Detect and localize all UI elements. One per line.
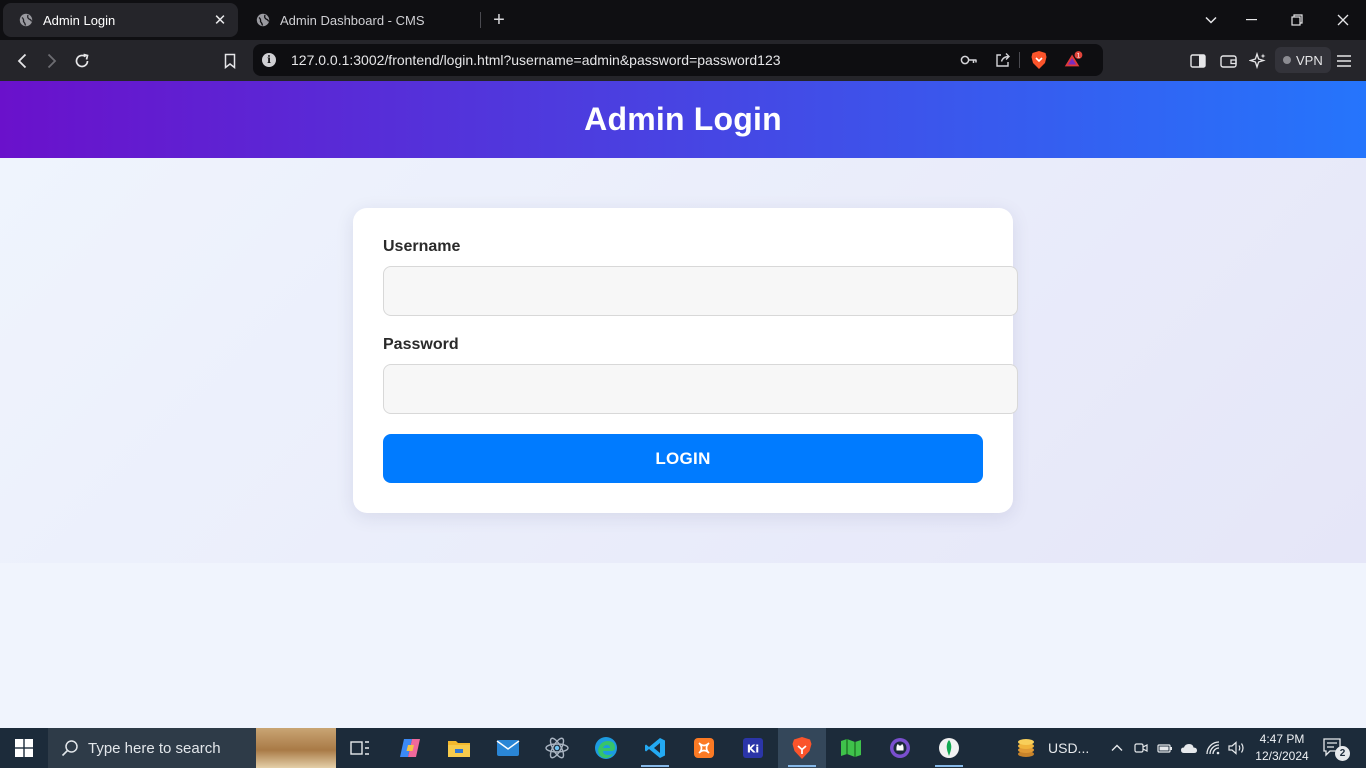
back-button[interactable] <box>9 48 35 74</box>
forward-button[interactable] <box>39 48 65 74</box>
minimize-button[interactable] <box>1228 0 1274 40</box>
tab-title: Admin Dashboard - CMS <box>280 12 425 28</box>
key-icon[interactable] <box>959 50 979 70</box>
share-icon[interactable] <box>993 50 1013 70</box>
restore-button[interactable] <box>1274 0 1320 40</box>
password-input[interactable] <box>383 364 1018 414</box>
atom-app-icon[interactable] <box>533 728 581 768</box>
search-highlight-image <box>256 728 336 768</box>
menu-icon[interactable] <box>1331 48 1357 74</box>
reload-button[interactable] <box>69 48 95 74</box>
windows-taskbar: Type here to search Ki USD... 4:47 PM 12… <box>0 728 1366 768</box>
tab-separator <box>480 12 481 28</box>
vscode-icon[interactable] <box>631 728 679 768</box>
bookmark-icon[interactable] <box>217 48 243 74</box>
svg-text:Ki: Ki <box>747 743 759 756</box>
tab-admin-dashboard[interactable]: Admin Dashboard - CMS <box>240 3 480 37</box>
globe-icon <box>256 13 270 27</box>
rewards-badge: 1 <box>1077 53 1081 59</box>
battery-icon[interactable] <box>1153 728 1177 768</box>
vpn-status-dot <box>1283 56 1291 64</box>
mail-icon[interactable] <box>484 728 532 768</box>
tab-title: Admin Login <box>43 12 116 28</box>
sidebar-toggle-icon[interactable] <box>1185 48 1211 74</box>
username-input[interactable] <box>383 266 1018 316</box>
notification-center-button[interactable]: 2 <box>1322 737 1350 761</box>
clock-date: 12/3/2024 <box>1255 749 1309 763</box>
login-form: Username Password LOGIN <box>353 208 1018 513</box>
browser-toolbar: i 127.0.0.1:3002/frontend/login.html?use… <box>0 40 1366 81</box>
file-explorer-icon[interactable] <box>435 728 483 768</box>
onedrive-icon[interactable] <box>1177 728 1201 768</box>
close-tab-icon[interactable]: ✕ <box>212 12 228 29</box>
system-clock[interactable]: 4:47 PM 12/3/2024 <box>1250 731 1314 765</box>
username-label: Username <box>383 238 461 255</box>
globe-icon <box>19 13 33 27</box>
omnibox-separator <box>1019 52 1020 68</box>
brave-shields-icon[interactable] <box>1029 50 1049 70</box>
kiro-icon[interactable]: Ki <box>729 728 777 768</box>
currency-widget-icon <box>1002 728 1050 768</box>
mongodb-compass-icon[interactable] <box>925 728 973 768</box>
login-button[interactable]: LOGIN <box>383 434 983 483</box>
windows-logo-icon <box>15 739 33 757</box>
browser-tab-strip: Admin Login ✕ Admin Dashboard - CMS + <box>0 0 1366 40</box>
task-view-icon[interactable] <box>336 728 384 768</box>
tray-overflow-chevron-icon[interactable] <box>1104 728 1130 768</box>
volume-icon[interactable] <box>1225 728 1249 768</box>
notification-badge: 2 <box>1335 746 1350 761</box>
copilot-icon[interactable] <box>386 728 434 768</box>
password-label: Password <box>383 336 459 353</box>
search-placeholder: Type here to search <box>88 739 221 757</box>
brave-rewards-icon[interactable]: 1 <box>1063 50 1083 70</box>
vpn-button[interactable]: VPN <box>1275 47 1331 73</box>
network-icon[interactable] <box>1202 728 1226 768</box>
leo-ai-icon[interactable] <box>1245 48 1271 74</box>
github-desktop-icon[interactable] <box>876 728 924 768</box>
tab-admin-login[interactable]: Admin Login ✕ <box>3 3 238 37</box>
site-info-icon[interactable]: i <box>262 53 276 67</box>
edge-icon[interactable] <box>582 728 630 768</box>
xampp-icon[interactable] <box>680 728 728 768</box>
vpn-label: VPN <box>1296 52 1323 68</box>
meet-now-icon[interactable] <box>1130 728 1152 768</box>
close-window-button[interactable] <box>1320 0 1366 40</box>
page-title: Admin Login <box>584 101 782 137</box>
taskbar-search[interactable]: Type here to search <box>48 728 336 768</box>
new-tab-button[interactable]: + <box>488 9 510 31</box>
search-icon <box>61 740 78 757</box>
clock-time: 4:47 PM <box>1259 732 1305 746</box>
wallet-icon[interactable] <box>1215 48 1241 74</box>
maps-app-icon[interactable] <box>827 728 875 768</box>
currency-widget-text[interactable]: USD... <box>1048 728 1089 768</box>
address-url[interactable]: 127.0.0.1:3002/frontend/login.html?usern… <box>291 52 781 68</box>
start-button[interactable] <box>0 728 48 768</box>
address-bar[interactable]: i 127.0.0.1:3002/frontend/login.html?use… <box>253 44 1103 76</box>
page-header: Admin Login <box>0 81 1366 158</box>
brave-browser-icon[interactable] <box>778 728 826 768</box>
